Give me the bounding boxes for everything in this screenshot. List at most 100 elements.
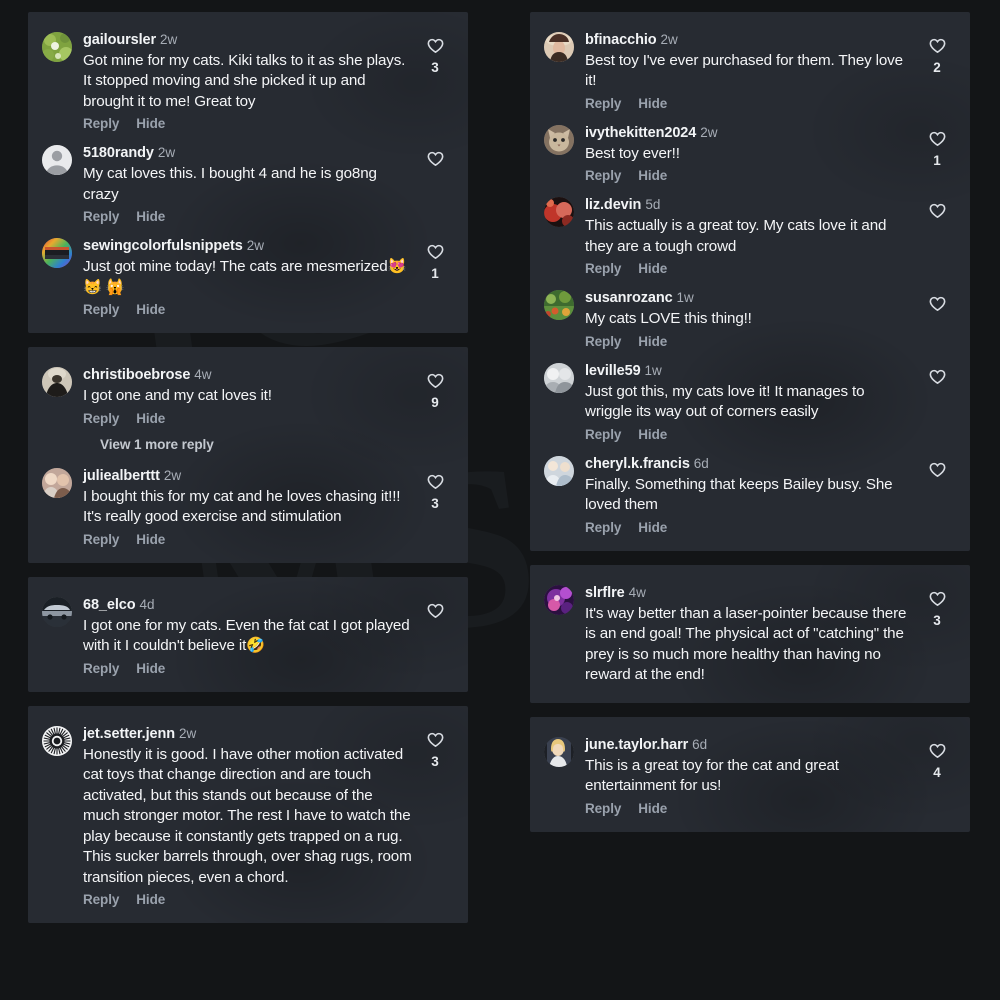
comment-text: My cat loves this. I bought 4 and he is …	[83, 165, 377, 203]
comment-text: I got one and my cat loves it!	[83, 387, 272, 405]
avatar[interactable]	[42, 467, 72, 498]
hide-button[interactable]: Hide	[638, 96, 667, 111]
avatar[interactable]	[42, 367, 72, 398]
comment-username[interactable]: slrflre	[585, 585, 625, 601]
like-button[interactable]	[427, 732, 444, 748]
like-button[interactable]	[427, 244, 444, 260]
like-button[interactable]	[929, 369, 946, 385]
like-button[interactable]	[929, 131, 946, 147]
hide-button[interactable]: Hide	[638, 168, 667, 183]
like-group	[920, 361, 954, 385]
hide-button[interactable]: Hide	[638, 427, 667, 442]
avatar[interactable]	[544, 32, 574, 62]
avatar[interactable]	[42, 725, 72, 756]
reply-button[interactable]: Reply	[585, 334, 621, 349]
like-button[interactable]	[427, 373, 444, 389]
comment-card: 68_elco 4d I got one for my cats. Even th…	[28, 576, 468, 692]
reply-button[interactable]: Reply	[585, 427, 621, 442]
reply-button[interactable]: Reply	[83, 892, 119, 907]
comment-meta: juliealberttt 2w	[83, 467, 412, 485]
reply-button[interactable]: Reply	[585, 261, 621, 276]
hide-button[interactable]: Hide	[136, 302, 165, 317]
hide-button[interactable]: Hide	[136, 209, 165, 224]
hide-button[interactable]: Hide	[136, 661, 165, 676]
avatar[interactable]	[42, 596, 72, 627]
hide-button[interactable]: Hide	[136, 411, 165, 426]
avatar[interactable]	[544, 584, 574, 615]
comment-meta: gailoursler 2w	[83, 31, 412, 49]
comment-username[interactable]: juliealberttt	[83, 468, 160, 484]
reply-button[interactable]: Reply	[83, 116, 119, 131]
hide-button[interactable]: Hide	[136, 116, 165, 131]
like-count: 3	[431, 60, 439, 75]
like-button[interactable]	[929, 591, 946, 607]
comment-username[interactable]: 5180randy	[83, 145, 154, 161]
comment-card: christiboebrose 4w I got one and my cat l…	[28, 347, 468, 563]
comment-meta: slrflre 4w	[585, 584, 914, 602]
avatar[interactable]	[544, 455, 574, 486]
reply-button[interactable]: Reply	[585, 168, 621, 183]
comment-username[interactable]: jet.setter.jenn	[83, 726, 175, 742]
hide-button[interactable]: Hide	[638, 801, 667, 816]
comment-item: slrflre 4w It's way better than a laser-p…	[530, 577, 970, 693]
comment-timestamp: 4w	[194, 367, 212, 383]
view-more-replies-link[interactable]: View 1 more reply	[100, 437, 214, 452]
comment-username[interactable]: christiboebrose	[83, 367, 190, 383]
like-button[interactable]	[427, 603, 444, 619]
comment-username[interactable]: gailoursler	[83, 32, 156, 48]
reply-button[interactable]: Reply	[83, 661, 119, 676]
reply-button[interactable]: Reply	[83, 411, 119, 426]
hide-button[interactable]: Hide	[638, 261, 667, 276]
heart-icon	[929, 462, 945, 477]
comment-username[interactable]: liz.devin	[585, 197, 641, 213]
like-button[interactable]	[427, 151, 444, 167]
like-button[interactable]	[427, 474, 444, 490]
avatar[interactable]	[544, 362, 574, 393]
like-count: 1	[933, 152, 941, 168]
reply-button[interactable]: Reply	[585, 801, 621, 816]
like-button[interactable]	[929, 203, 946, 219]
comment-username[interactable]: susanrozanc	[585, 290, 673, 306]
like-button[interactable]	[929, 743, 946, 759]
avatar[interactable]	[544, 736, 574, 767]
comment-body: 68_elco 4d I got one for my cats. Even th…	[83, 595, 412, 678]
hide-button[interactable]: Hide	[638, 520, 667, 535]
comment-timestamp: 4w	[628, 584, 646, 600]
comment-item: jet.setter.jenn 2w Honestly it is good. I…	[28, 718, 468, 913]
comment-meta: jet.setter.jenn 2w	[83, 725, 412, 743]
comment-username[interactable]: ivythekitten2024	[585, 125, 696, 141]
reply-button[interactable]: Reply	[585, 96, 621, 111]
like-button[interactable]	[929, 462, 946, 478]
comment-username[interactable]: 68_elco	[83, 597, 136, 613]
like-group: 3	[418, 724, 452, 769]
reply-button[interactable]: Reply	[83, 209, 119, 224]
hide-button[interactable]: Hide	[136, 892, 165, 907]
hide-button[interactable]: Hide	[136, 532, 165, 547]
comment-username[interactable]: leville59	[585, 363, 641, 379]
comment-username[interactable]: bfinacchio	[585, 32, 657, 48]
reply-button[interactable]: Reply	[83, 532, 119, 547]
avatar[interactable]	[42, 145, 72, 176]
avatar[interactable]	[42, 238, 72, 269]
like-count: 9	[431, 395, 439, 411]
avatar[interactable]	[544, 290, 574, 321]
comment-card: june.taylor.harr 6d This is a great toy f…	[530, 716, 970, 832]
comment-item: christiboebrose 4w I got one and my cat l…	[28, 359, 468, 431]
heart-icon	[427, 374, 443, 389]
like-button[interactable]	[929, 38, 946, 54]
hide-button[interactable]: Hide	[638, 334, 667, 349]
avatar[interactable]	[544, 197, 574, 228]
comment-text: I bought this for my cat and he loves ch…	[83, 487, 401, 526]
reply-button[interactable]: Reply	[585, 520, 621, 535]
reply-button[interactable]: Reply	[83, 302, 119, 317]
comment-item: sewingcolorfulsnippets 2w Just got mine t…	[28, 230, 468, 323]
like-button[interactable]	[929, 296, 946, 312]
avatar[interactable]	[544, 124, 574, 155]
comment-username[interactable]: sewingcolorfulsnippets	[83, 238, 243, 254]
comment-text: Best toy ever!!	[585, 144, 680, 162]
like-button[interactable]	[427, 38, 444, 54]
comment-meta: june.taylor.harr 6d	[585, 736, 914, 754]
comment-username[interactable]: june.taylor.harr	[585, 737, 688, 753]
avatar[interactable]	[42, 32, 72, 62]
comment-username[interactable]: cheryl.k.francis	[585, 456, 690, 472]
